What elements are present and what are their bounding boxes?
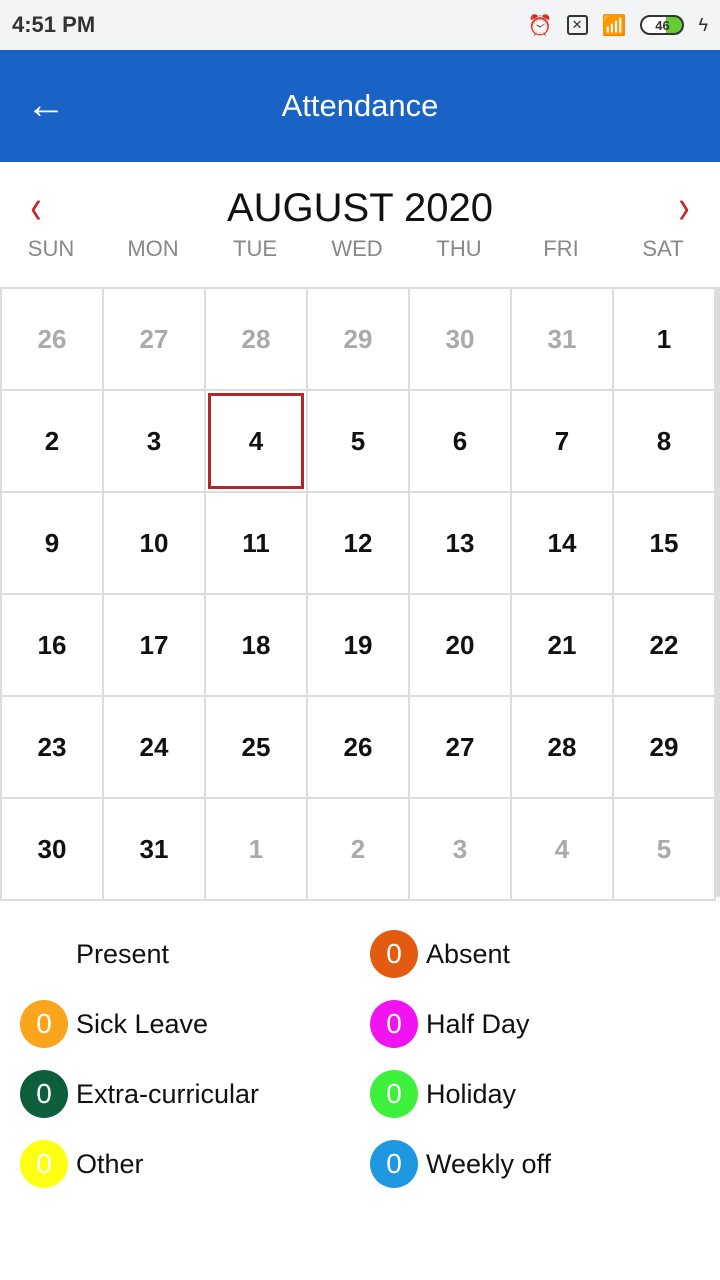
calendar-day[interactable]: 31 — [104, 799, 206, 901]
legend-label: Extra-curricular — [76, 1078, 260, 1109]
calendar-day[interactable]: 26 — [2, 289, 104, 391]
legend-item: 0 Sick Leave — [20, 1000, 370, 1048]
page-title: Attendance — [281, 88, 439, 123]
calendar-day[interactable]: 4 — [512, 799, 614, 901]
calendar-day[interactable]: 23 — [2, 697, 104, 799]
legend-item: 0 Half Day — [370, 1000, 720, 1048]
charging-icon: ϟ — [698, 14, 708, 35]
calendar-day[interactable]: 13 — [410, 493, 512, 595]
calendar-day[interactable]: 25 — [206, 697, 308, 799]
app-bar: ← Attendance — [0, 50, 720, 162]
calendar-day[interactable]: 7 — [512, 391, 614, 493]
calendar-day[interactable]: 28 — [206, 289, 308, 391]
battery-icon: 46 — [640, 15, 685, 35]
calendar-week: 23 24 25 26 27 28 29 — [2, 697, 716, 799]
legend-count-badge: 0 — [20, 1070, 68, 1118]
calendar-day[interactable]: 15 — [614, 493, 716, 595]
calendar-day[interactable]: 2 — [2, 391, 104, 493]
calendar-day-selected[interactable]: 4 — [206, 391, 308, 493]
legend-label: Half Day — [426, 1008, 530, 1039]
next-month-button[interactable]: › — [678, 184, 689, 232]
month-header: ‹ AUGUST 2020 › — [0, 162, 720, 250]
calendar-day[interactable]: 19 — [308, 595, 410, 697]
calendar-day[interactable]: 5 — [308, 391, 410, 493]
legend-label: Weekly off — [426, 1148, 552, 1179]
legend-label: Other — [76, 1148, 144, 1179]
legend-item: 0 Present — [20, 930, 370, 978]
calendar-day[interactable]: 29 — [308, 289, 410, 391]
calendar-day[interactable]: 1 — [206, 799, 308, 901]
calendar-day[interactable]: 3 — [410, 799, 512, 901]
calendar-day[interactable]: 9 — [2, 493, 104, 595]
calendar-day[interactable]: 5 — [614, 799, 716, 901]
legend-count-badge: 0 — [370, 1140, 418, 1188]
legend-item: 0 Weekly off — [370, 1140, 720, 1188]
calendar-day[interactable]: 24 — [104, 697, 206, 799]
calendar-day[interactable]: 28 — [512, 697, 614, 799]
calendar-day[interactable]: 12 — [308, 493, 410, 595]
calendar-week: 26 27 28 29 30 31 1 — [2, 289, 716, 391]
calendar-day[interactable]: 27 — [410, 697, 512, 799]
status-time: 4:51 PM — [12, 12, 96, 37]
calendar-day[interactable]: 8 — [614, 391, 716, 493]
calendar-day[interactable]: 6 — [410, 391, 512, 493]
calendar-day[interactable]: 16 — [2, 595, 104, 697]
calendar-grid: 26 27 28 29 30 31 1 2 3 4 5 6 7 8 9 10 11 12 13 14 15 16 17 18 1… — [0, 287, 716, 901]
calendar-week: 16 17 18 19 20 21 22 — [2, 595, 716, 697]
calendar-day[interactable]: 29 — [614, 697, 716, 799]
legend-count-badge: 0 — [20, 1000, 68, 1048]
calendar-day[interactable]: 22 — [614, 595, 716, 697]
calendar-day[interactable]: 27 — [104, 289, 206, 391]
calendar-day[interactable]: 21 — [512, 595, 614, 697]
legend-label: Sick Leave — [76, 1008, 209, 1039]
legend-count-badge: 0 — [370, 930, 418, 978]
legend-item: 0 Absent — [370, 930, 720, 978]
calendar-day[interactable]: 30 — [2, 799, 104, 901]
legend-item: 0 Extra-curricular — [20, 1070, 370, 1118]
calendar-day[interactable]: 31 — [512, 289, 614, 391]
status-bar: 4:51 PM ⏰ ✕ 📶 46 ϟ — [0, 0, 720, 50]
calendar-day[interactable]: 14 — [512, 493, 614, 595]
calendar-week: 30 31 1 2 3 4 5 — [2, 799, 716, 901]
calendar-week: 9 10 11 12 13 14 15 — [2, 493, 716, 595]
legend-count-badge: 0 — [20, 930, 68, 978]
calendar-day[interactable]: 20 — [410, 595, 512, 697]
calendar-day[interactable]: 30 — [410, 289, 512, 391]
sim-icon: ✕ — [566, 15, 588, 35]
legend-item: 0 Other — [20, 1140, 370, 1188]
legend-label: Holiday — [426, 1078, 517, 1109]
legend-item: 0 Holiday — [370, 1070, 720, 1118]
calendar-day[interactable]: 10 — [104, 493, 206, 595]
legend-count-badge: 0 — [370, 1070, 418, 1118]
scrollbar[interactable] — [716, 287, 720, 897]
calendar-day[interactable]: 17 — [104, 595, 206, 697]
calendar-day[interactable]: 18 — [206, 595, 308, 697]
calendar-day[interactable]: 3 — [104, 391, 206, 493]
calendar-day[interactable]: 11 — [206, 493, 308, 595]
legend-count-badge: 0 — [370, 1000, 418, 1048]
legend-label: Absent — [426, 938, 511, 969]
alarm-icon: ⏰ — [527, 14, 553, 37]
attendance-legend: 0 Present 0 Absent 0 Sick Leave 0 Half Day 0 Extr… — [20, 930, 720, 1188]
legend-count-badge: 0 — [20, 1140, 68, 1188]
calendar-day[interactable]: 1 — [614, 289, 716, 391]
calendar-week: 2345678 — [2, 391, 716, 493]
legend-label: Present — [76, 938, 170, 969]
calendar-day[interactable]: 26 — [308, 697, 410, 799]
month-title: AUGUST 2020 — [226, 186, 494, 230]
wifi-icon: 📶 — [601, 14, 627, 37]
calendar-day[interactable]: 2 — [308, 799, 410, 901]
